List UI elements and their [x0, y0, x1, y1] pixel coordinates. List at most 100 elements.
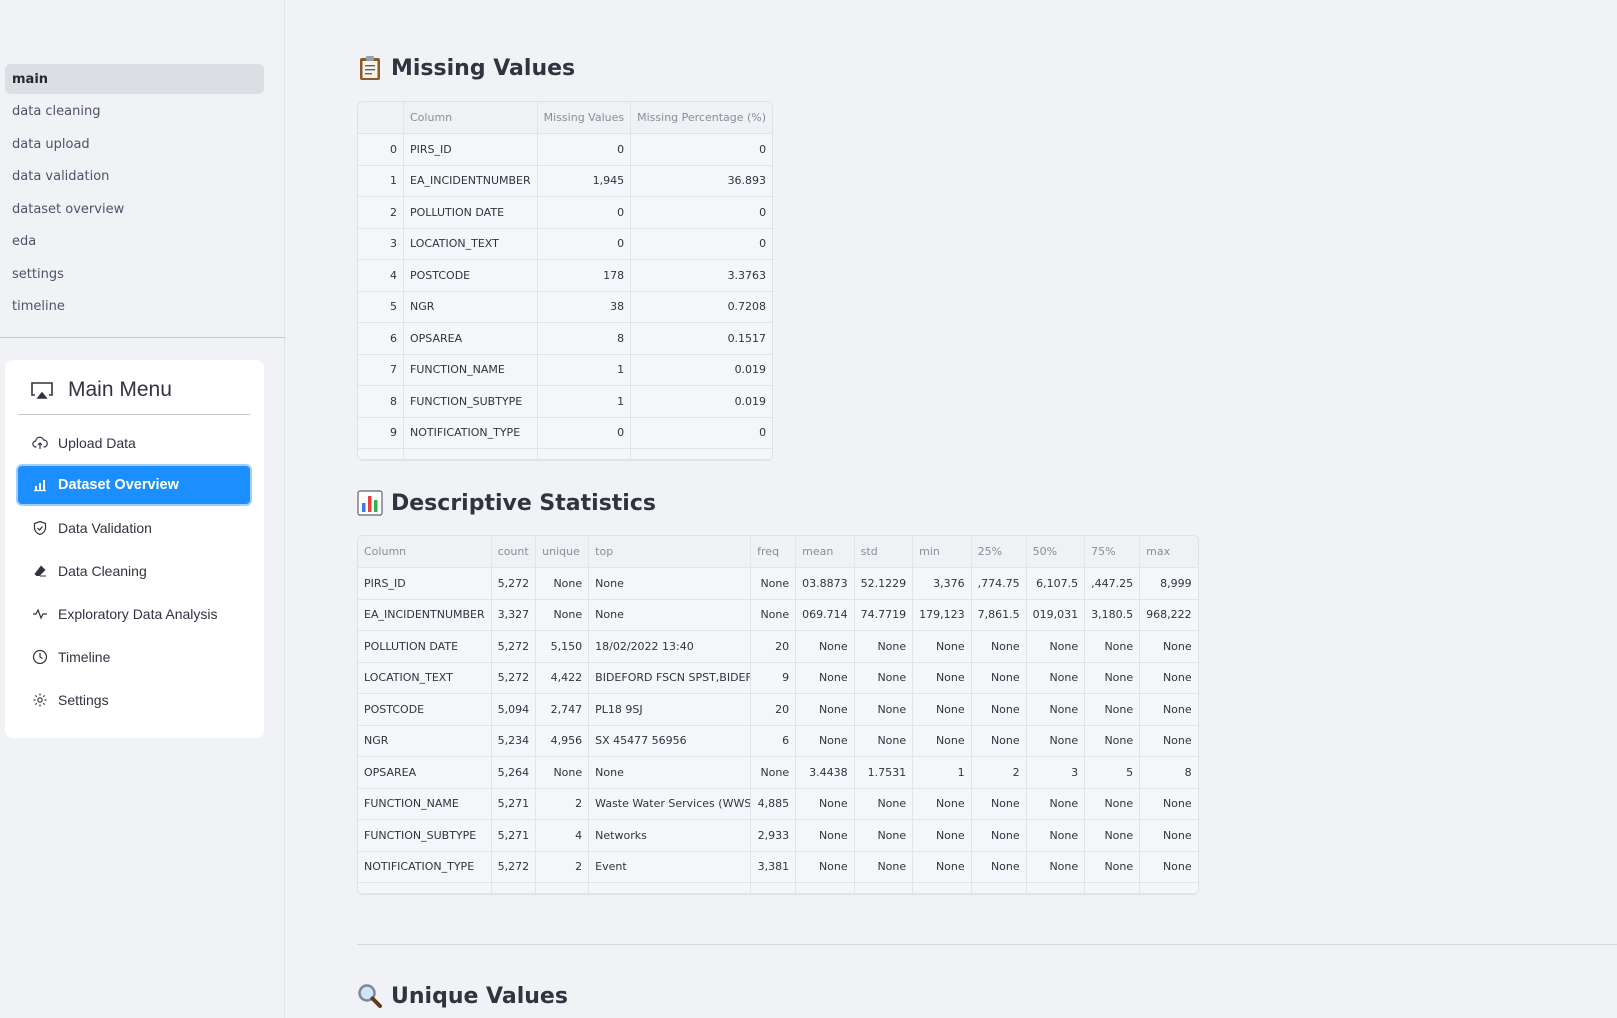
- top-header[interactable]: top: [589, 536, 752, 568]
- count-cell[interactable]: 5,272: [491, 631, 537, 663]
- index-header[interactable]: [358, 102, 404, 134]
- missing-values-cell[interactable]: 1: [537, 354, 632, 386]
- missing-values-cell[interactable]: 0: [537, 417, 632, 449]
- column-cell[interactable]: PIRS_ID: [358, 568, 492, 600]
- column-cell[interactable]: FUNCTION_SUBTYPE: [404, 386, 538, 418]
- missing-percentage-header[interactable]: Missing Percentage (%): [631, 102, 773, 134]
- p75-cell[interactable]: ,447.25: [1085, 568, 1141, 600]
- count-header[interactable]: count: [491, 536, 537, 568]
- nav-item-dataset-overview[interactable]: dataset overview: [5, 194, 264, 224]
- mean-cell[interactable]: None: [796, 788, 855, 820]
- p25-cell[interactable]: 2: [971, 757, 1027, 789]
- table-row[interactable]: FUNCTION_NAME 5,271 2 Waste Water Services …: [358, 788, 1198, 820]
- mean-cell[interactable]: None: [796, 725, 855, 757]
- row-index[interactable]: 5: [358, 291, 404, 323]
- p25-header[interactable]: 25%: [971, 536, 1027, 568]
- p50-cell[interactable]: None: [1026, 788, 1086, 820]
- column-header[interactable]: Column: [358, 536, 492, 568]
- row-index[interactable]: 4: [358, 260, 404, 292]
- column-cell[interactable]: OPSAREA: [404, 323, 538, 355]
- table-row[interactable]: POSTCODE 5,094 2,747 PL18 9SJ 20 None None None…: [358, 694, 1198, 726]
- column-cell[interactable]: OPSAREA: [358, 757, 492, 789]
- min-cell[interactable]: 3,376: [913, 568, 972, 600]
- table-row[interactable]: PIRS_ID 5,272 None None None 03.8873 52.1229 3,…: [358, 568, 1198, 600]
- unique-cell[interactable]: None: [536, 757, 590, 789]
- p50-cell[interactable]: 3: [1026, 757, 1086, 789]
- nav-item-data-cleaning[interactable]: data cleaning: [5, 97, 264, 127]
- nav-item-timeline[interactable]: timeline: [5, 292, 264, 322]
- column-cell[interactable]: NOTIFICATION_TYPE: [404, 417, 538, 449]
- row-index[interactable]: 7: [358, 354, 404, 386]
- unique-cell[interactable]: 5,150: [536, 631, 590, 663]
- max-cell[interactable]: None: [1140, 852, 1198, 883]
- std-cell[interactable]: None: [854, 631, 914, 663]
- p25-cell[interactable]: None: [971, 694, 1027, 726]
- unique-cell[interactable]: None: [536, 599, 590, 631]
- column-cell[interactable]: NOTIFICATION_TYPE: [358, 851, 492, 883]
- min-cell[interactable]: None: [913, 631, 972, 663]
- column-cell[interactable]: PIRS_ID: [404, 134, 538, 166]
- column-cell[interactable]: FUNCTION_SUBTYPE: [358, 820, 492, 852]
- p50-cell[interactable]: None: [1026, 662, 1086, 694]
- std-cell[interactable]: 52.1229: [854, 568, 914, 600]
- table-row[interactable]: NGR 5,234 4,956 SX 45477 56956 6 None None None…: [358, 725, 1198, 757]
- missing-percentage-cell[interactable]: 0.019: [631, 355, 773, 386]
- count-cell[interactable]: 5,272: [491, 851, 537, 883]
- mean-cell[interactable]: None: [796, 631, 855, 663]
- unique-header[interactable]: unique: [536, 536, 590, 568]
- column-cell[interactable]: LOCATION_TEXT: [358, 662, 492, 694]
- p50-cell[interactable]: None: [1026, 631, 1086, 663]
- freq-cell[interactable]: 6: [751, 725, 797, 757]
- table-row[interactable]: 3 LOCATION_TEXT 0 0: [358, 228, 773, 260]
- count-cell[interactable]: 3,327: [491, 599, 537, 631]
- descriptive-statistics-table[interactable]: Column count unique top freq mean std mi…: [357, 535, 1199, 895]
- p75-header[interactable]: 75%: [1085, 536, 1141, 568]
- missing-values-cell[interactable]: 178: [537, 260, 632, 292]
- column-cell[interactable]: FUNCTION_NAME: [358, 788, 492, 820]
- table-row[interactable]: 6 OPSAREA 8 0.1517: [358, 323, 773, 355]
- mean-cell[interactable]: None: [796, 820, 855, 852]
- min-cell[interactable]: 179,123: [913, 599, 972, 631]
- missing-percentage-cell[interactable]: 0: [631, 197, 773, 229]
- p25-cell[interactable]: None: [971, 725, 1027, 757]
- top-cell[interactable]: BIDEFORD FSCN SPST,BIDEFORD: [589, 662, 752, 694]
- p75-cell[interactable]: None: [1085, 788, 1141, 820]
- menu-item-data-cleaning[interactable]: Data Cleaning: [18, 552, 250, 590]
- count-cell[interactable]: 5,271: [491, 820, 537, 852]
- column-cell[interactable]: EA_INCIDENTNUMBER: [404, 165, 538, 197]
- p75-cell[interactable]: 5: [1085, 757, 1141, 789]
- row-index[interactable]: 2: [358, 197, 404, 229]
- missing-values-cell[interactable]: 0: [537, 197, 632, 229]
- top-cell[interactable]: SX 45477 56956: [589, 725, 752, 757]
- unique-cell[interactable]: None: [536, 568, 590, 600]
- min-header[interactable]: min: [913, 536, 972, 568]
- freq-cell[interactable]: 2,933: [751, 820, 797, 852]
- nav-item-settings[interactable]: settings: [5, 259, 264, 289]
- p25-cell[interactable]: None: [971, 788, 1027, 820]
- nav-item-main[interactable]: main: [5, 64, 264, 94]
- max-cell[interactable]: None: [1140, 820, 1198, 852]
- missing-values-cell[interactable]: 1,945: [537, 165, 632, 197]
- table-row[interactable]: 7 FUNCTION_NAME 1 0.019: [358, 354, 773, 386]
- top-cell[interactable]: None: [589, 568, 752, 600]
- min-cell[interactable]: None: [913, 788, 972, 820]
- std-cell[interactable]: 74.7719: [854, 599, 914, 631]
- table-row[interactable]: 4 POSTCODE 178 3.3763: [358, 260, 773, 292]
- p75-cell[interactable]: None: [1085, 694, 1141, 726]
- max-cell[interactable]: None: [1140, 663, 1198, 694]
- top-cell[interactable]: PL18 9SJ: [589, 694, 752, 726]
- std-cell[interactable]: 1.7531: [854, 757, 914, 789]
- std-cell[interactable]: None: [854, 820, 914, 852]
- p75-cell[interactable]: None: [1085, 820, 1141, 852]
- missing-values-cell[interactable]: 0: [537, 134, 632, 166]
- missing-percentage-cell[interactable]: 0: [631, 418, 773, 449]
- min-cell[interactable]: None: [913, 662, 972, 694]
- min-cell[interactable]: None: [913, 851, 972, 883]
- table-row[interactable]: 9 NOTIFICATION_TYPE 0 0: [358, 417, 773, 449]
- freq-cell[interactable]: 4,885: [751, 788, 797, 820]
- p25-cell[interactable]: ,774.75: [971, 568, 1027, 600]
- column-cell[interactable]: POLLUTION DATE: [358, 631, 492, 663]
- p25-cell[interactable]: None: [971, 820, 1027, 852]
- p50-header[interactable]: 50%: [1026, 536, 1086, 568]
- table-row[interactable]: 8 FUNCTION_SUBTYPE 1 0.019: [358, 386, 773, 418]
